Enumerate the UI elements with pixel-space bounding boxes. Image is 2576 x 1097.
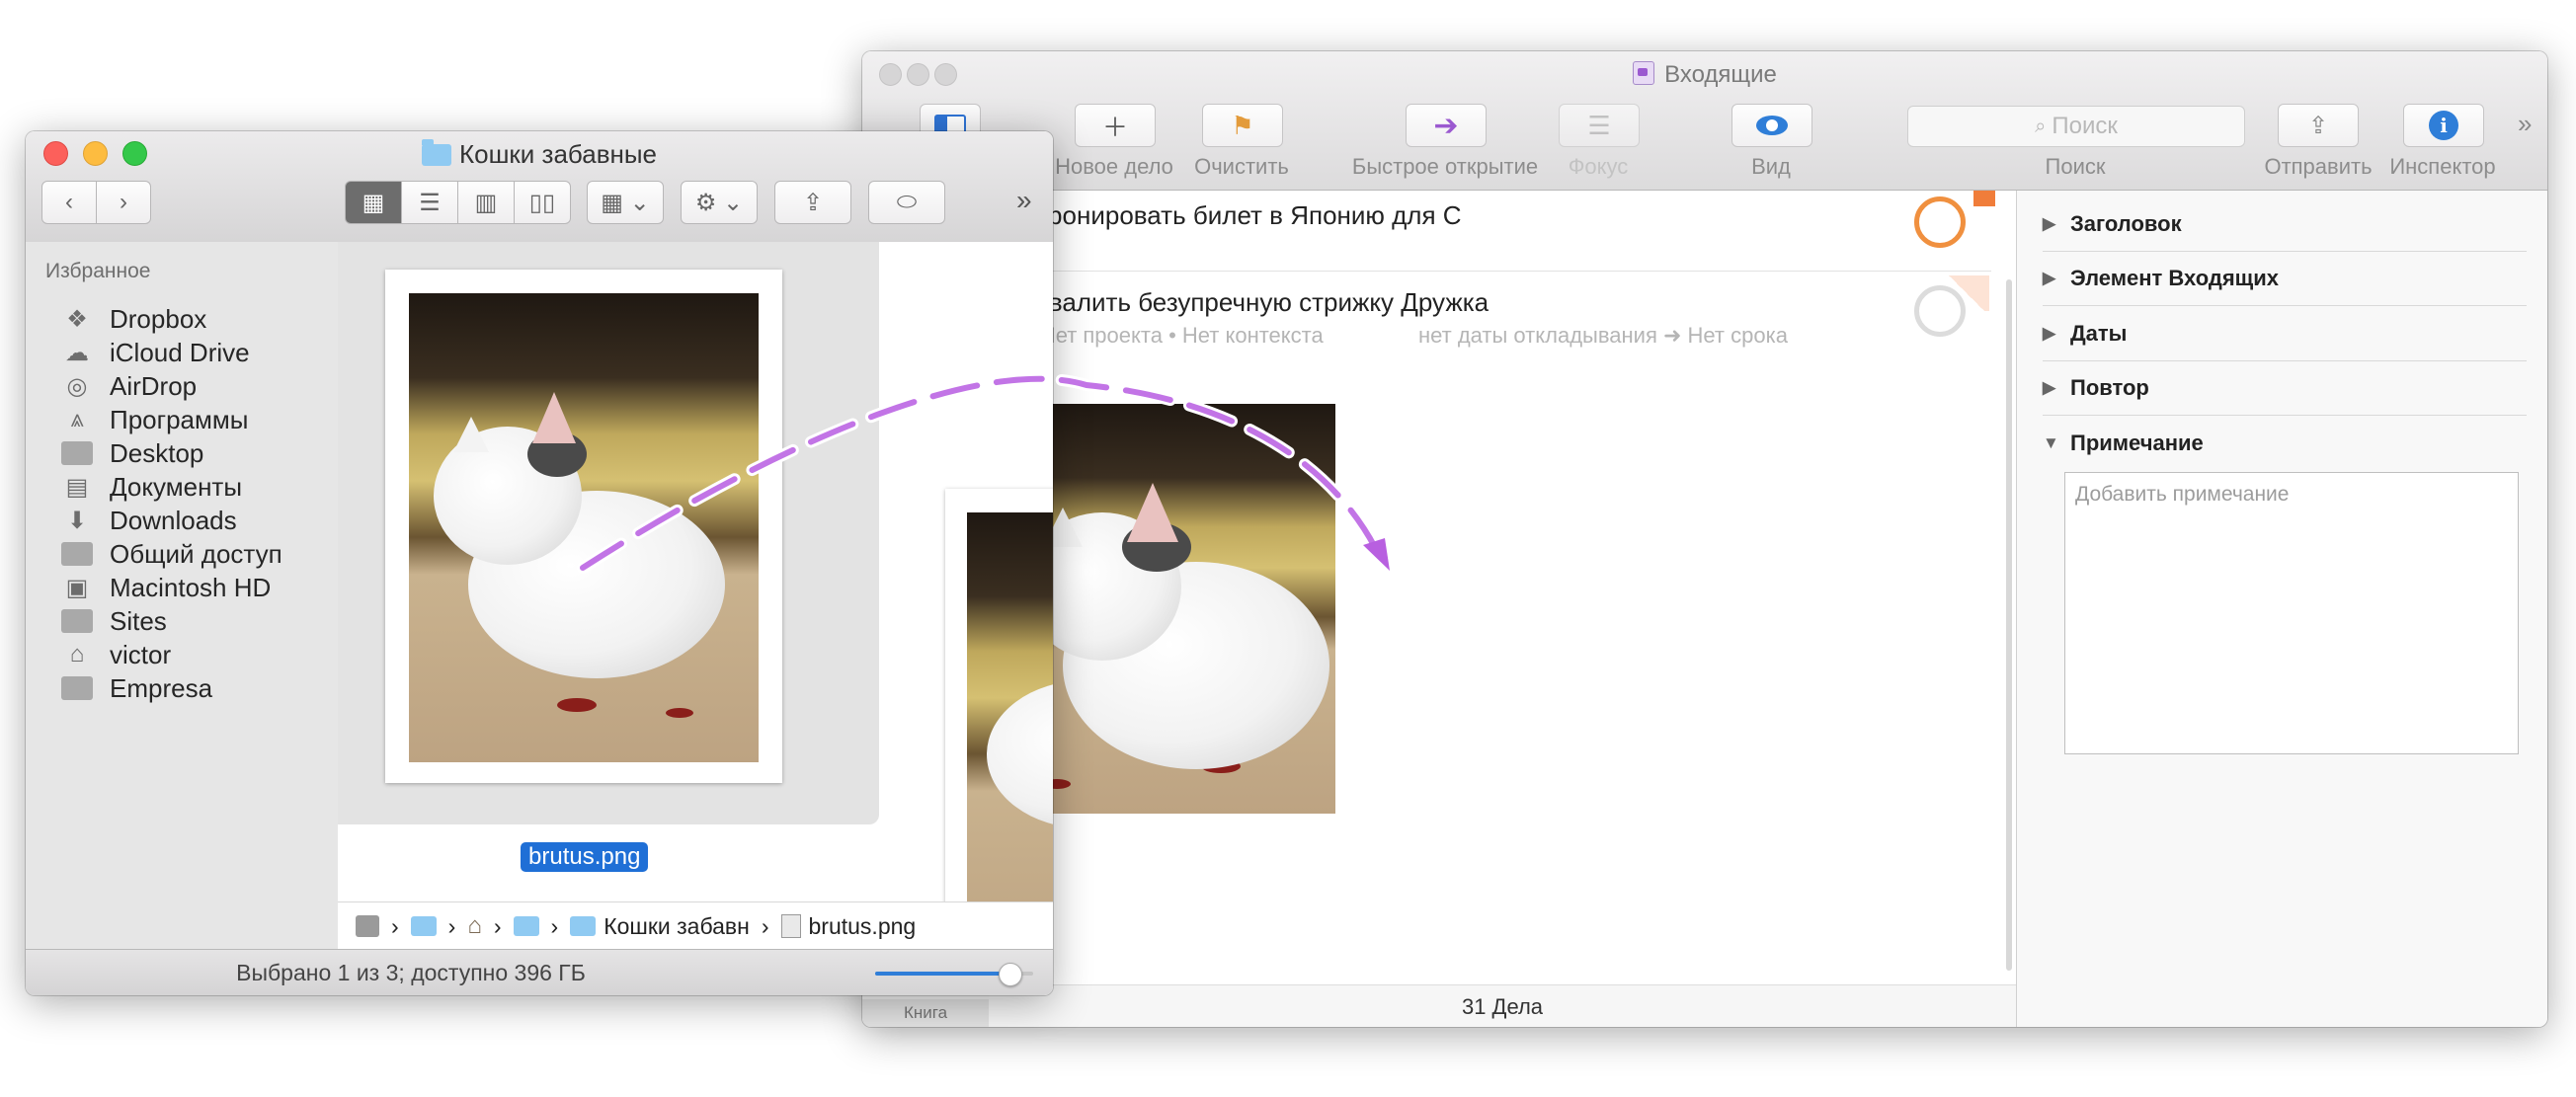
drag-arrow — [577, 372, 1390, 574]
